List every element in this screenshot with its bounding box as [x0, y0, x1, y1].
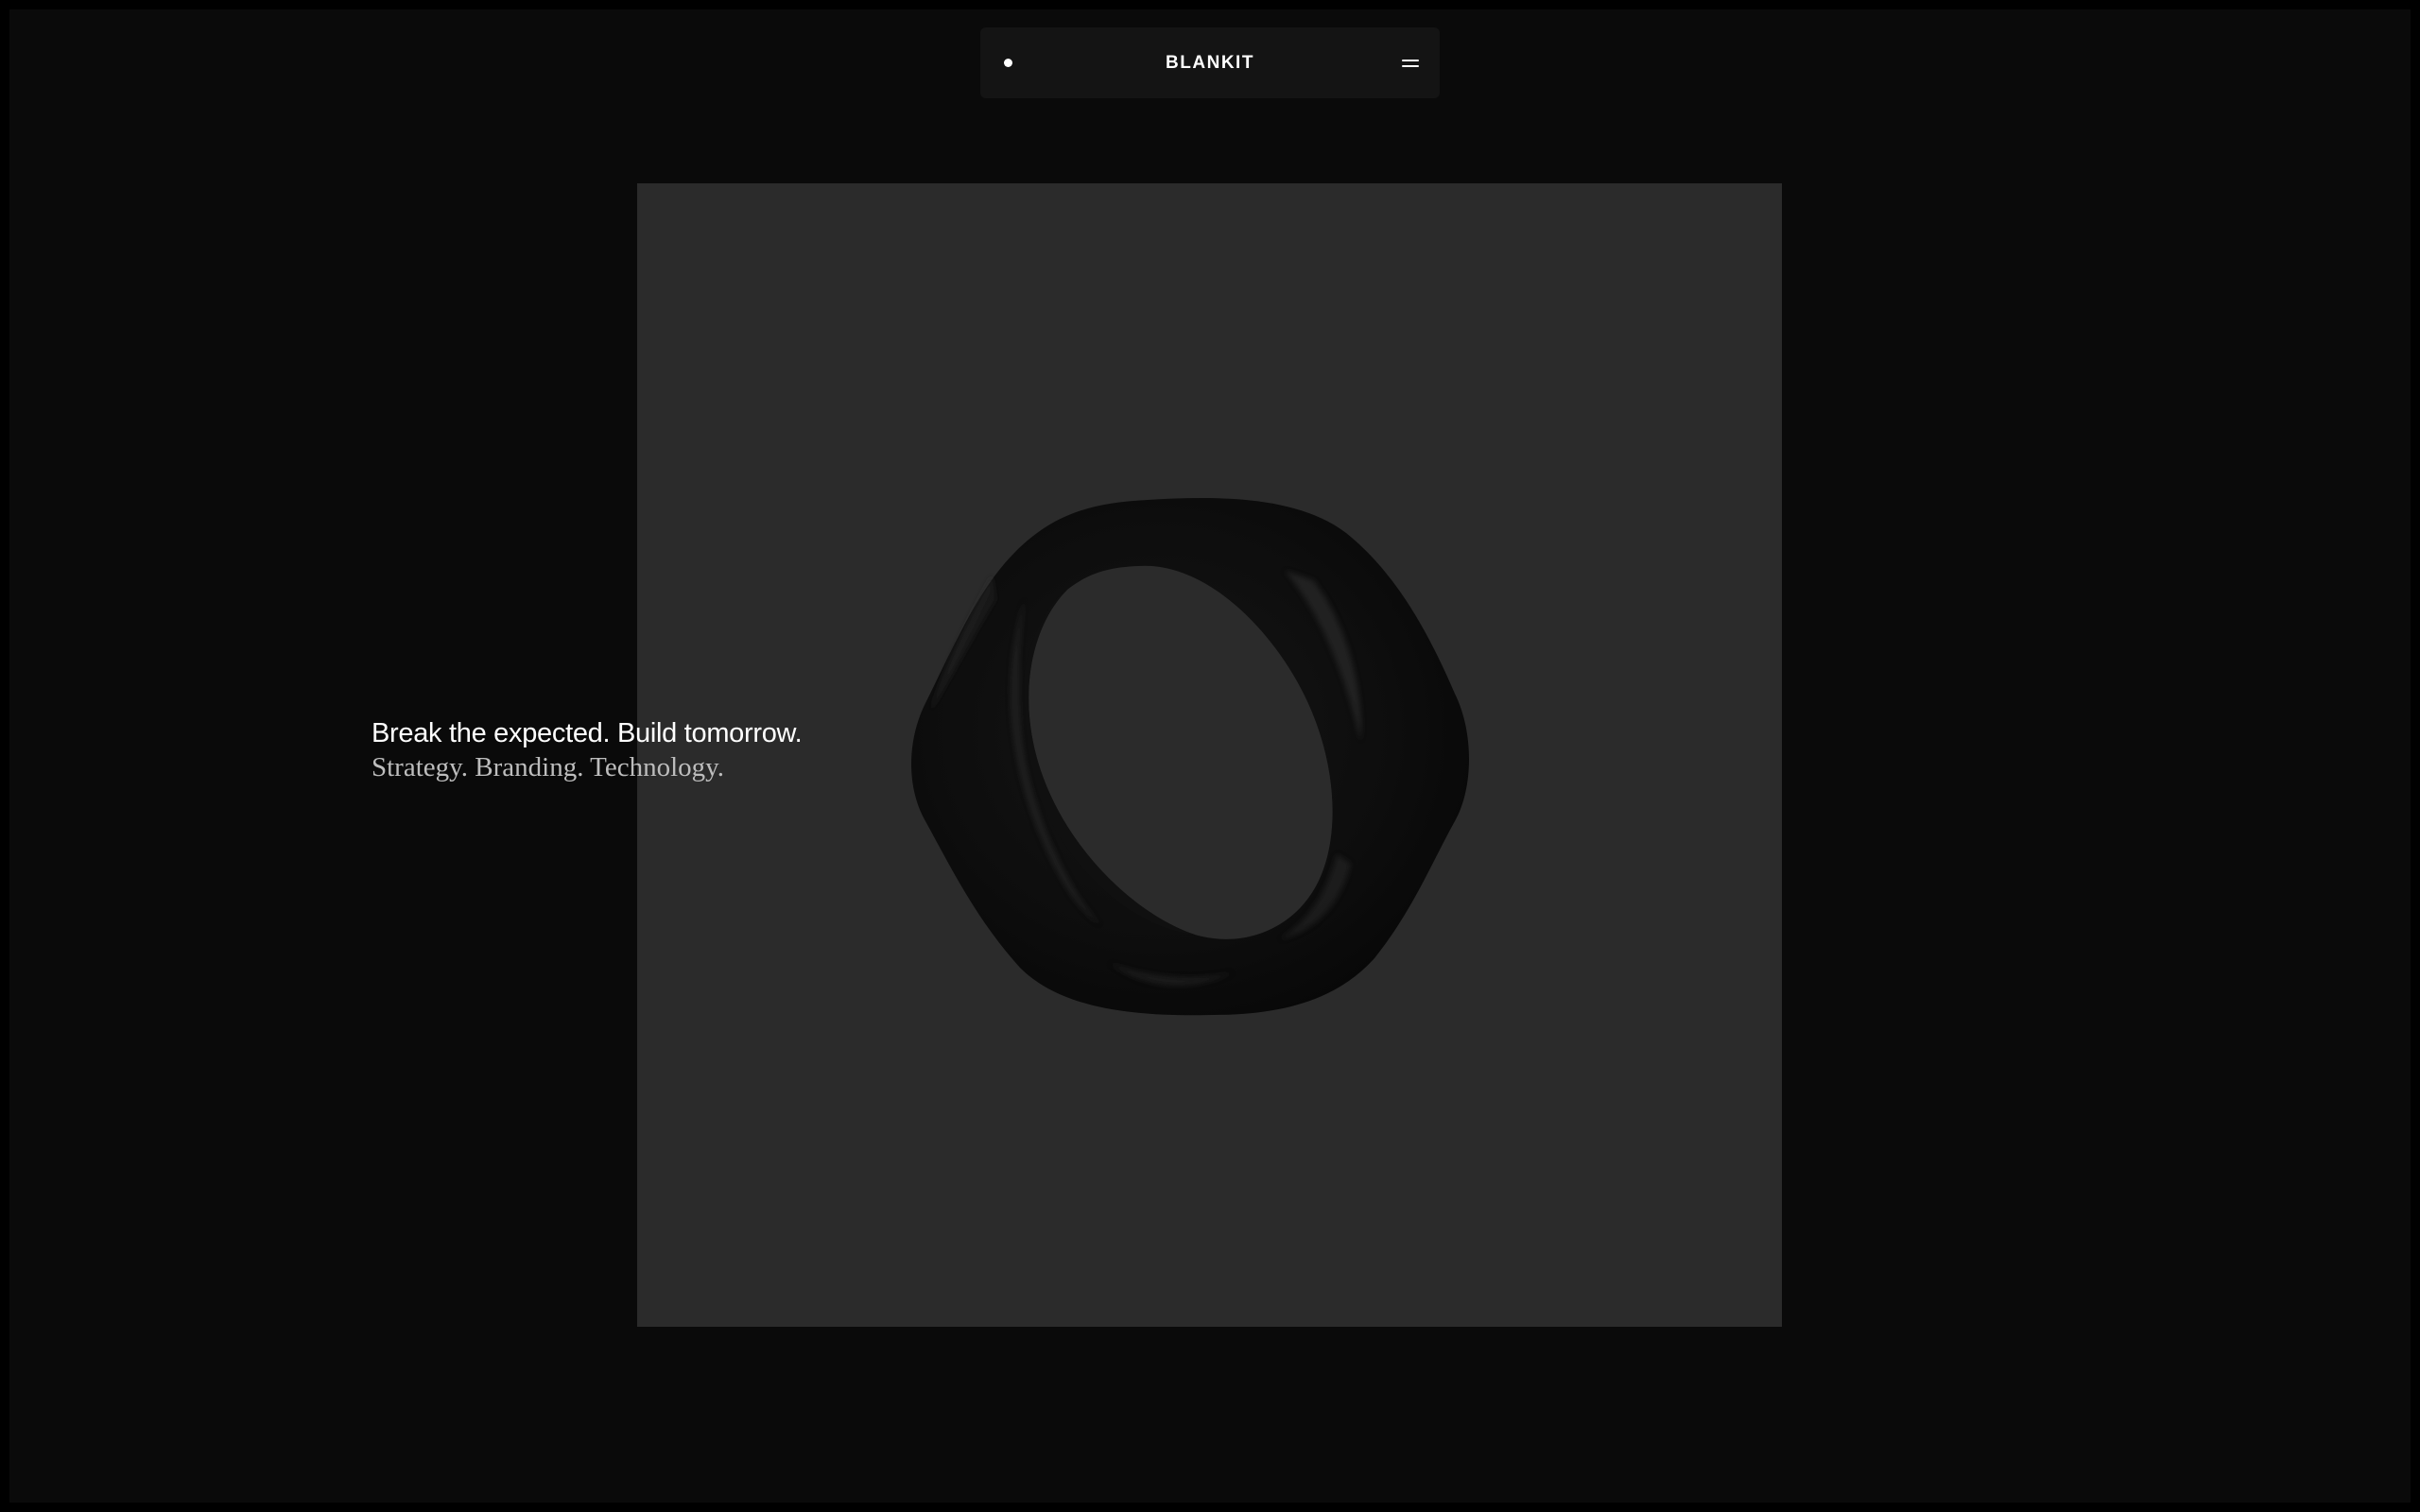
dot-icon — [1004, 59, 1012, 67]
top-nav-bar: BLANKIT — [980, 27, 1440, 98]
brand-logo[interactable]: BLANKIT — [1166, 53, 1254, 74]
menu-icon — [1402, 59, 1419, 61]
hero-copy: Break the expected. Build tomorrow. Stra… — [372, 716, 1033, 784]
hero-subline: Strategy. Branding. Technology. — [372, 752, 725, 782]
page-frame: BLANKIT Break the expected. Build tomorr… — [9, 9, 2411, 1503]
hero-headline: Break the expected. Build tomorrow. — [372, 718, 803, 748]
menu-button[interactable] — [1394, 48, 1425, 78]
